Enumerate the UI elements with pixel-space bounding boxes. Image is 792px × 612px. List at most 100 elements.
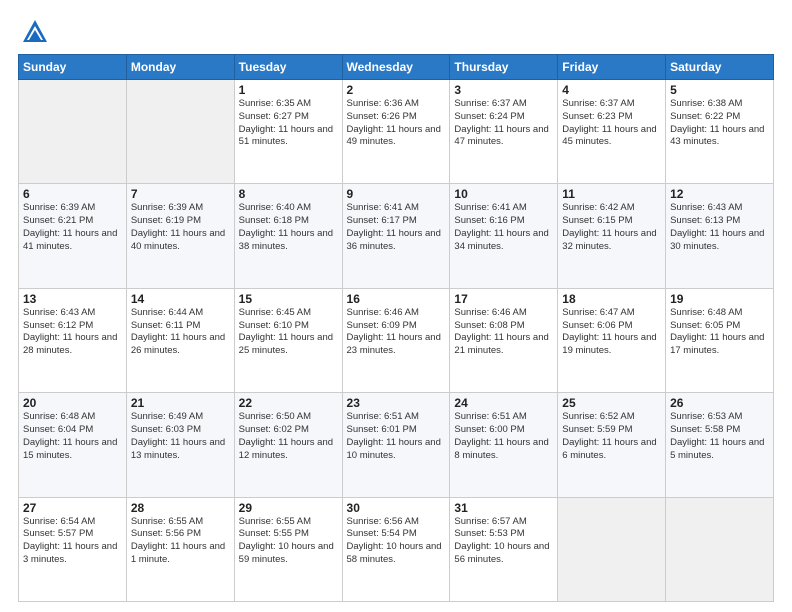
day-number: 6 — [23, 187, 122, 201]
calendar-week-0: 1Sunrise: 6:35 AM Sunset: 6:27 PM Daylig… — [19, 80, 774, 184]
day-info: Sunrise: 6:55 AM Sunset: 5:55 PM Dayligh… — [239, 516, 338, 567]
day-number: 12 — [670, 187, 769, 201]
logo — [18, 18, 49, 46]
calendar-cell: 20Sunrise: 6:48 AM Sunset: 6:04 PM Dayli… — [19, 393, 127, 497]
day-number: 18 — [562, 292, 661, 306]
day-info: Sunrise: 6:54 AM Sunset: 5:57 PM Dayligh… — [23, 516, 122, 567]
day-number: 30 — [347, 501, 446, 515]
day-info: Sunrise: 6:52 AM Sunset: 5:59 PM Dayligh… — [562, 411, 661, 462]
calendar-cell: 1Sunrise: 6:35 AM Sunset: 6:27 PM Daylig… — [234, 80, 342, 184]
calendar-cell: 26Sunrise: 6:53 AM Sunset: 5:58 PM Dayli… — [666, 393, 774, 497]
calendar-cell: 9Sunrise: 6:41 AM Sunset: 6:17 PM Daylig… — [342, 184, 450, 288]
calendar-header-wednesday: Wednesday — [342, 55, 450, 80]
calendar-cell: 6Sunrise: 6:39 AM Sunset: 6:21 PM Daylig… — [19, 184, 127, 288]
calendar-week-4: 27Sunrise: 6:54 AM Sunset: 5:57 PM Dayli… — [19, 497, 774, 601]
day-info: Sunrise: 6:41 AM Sunset: 6:16 PM Dayligh… — [454, 202, 553, 253]
day-number: 28 — [131, 501, 230, 515]
calendar-header-friday: Friday — [558, 55, 666, 80]
calendar-cell: 23Sunrise: 6:51 AM Sunset: 6:01 PM Dayli… — [342, 393, 450, 497]
day-number: 4 — [562, 83, 661, 97]
day-number: 26 — [670, 396, 769, 410]
calendar-cell: 19Sunrise: 6:48 AM Sunset: 6:05 PM Dayli… — [666, 288, 774, 392]
calendar-cell: 2Sunrise: 6:36 AM Sunset: 6:26 PM Daylig… — [342, 80, 450, 184]
calendar-cell: 22Sunrise: 6:50 AM Sunset: 6:02 PM Dayli… — [234, 393, 342, 497]
day-info: Sunrise: 6:46 AM Sunset: 6:09 PM Dayligh… — [347, 307, 446, 358]
calendar-cell — [666, 497, 774, 601]
calendar-cell: 29Sunrise: 6:55 AM Sunset: 5:55 PM Dayli… — [234, 497, 342, 601]
day-number: 13 — [23, 292, 122, 306]
day-number: 21 — [131, 396, 230, 410]
calendar-cell: 8Sunrise: 6:40 AM Sunset: 6:18 PM Daylig… — [234, 184, 342, 288]
calendar-cell: 17Sunrise: 6:46 AM Sunset: 6:08 PM Dayli… — [450, 288, 558, 392]
day-info: Sunrise: 6:43 AM Sunset: 6:12 PM Dayligh… — [23, 307, 122, 358]
calendar-week-2: 13Sunrise: 6:43 AM Sunset: 6:12 PM Dayli… — [19, 288, 774, 392]
day-info: Sunrise: 6:41 AM Sunset: 6:17 PM Dayligh… — [347, 202, 446, 253]
page: SundayMondayTuesdayWednesdayThursdayFrid… — [0, 0, 792, 612]
day-number: 19 — [670, 292, 769, 306]
calendar-cell: 7Sunrise: 6:39 AM Sunset: 6:19 PM Daylig… — [126, 184, 234, 288]
logo-icon — [21, 18, 49, 46]
day-info: Sunrise: 6:38 AM Sunset: 6:22 PM Dayligh… — [670, 98, 769, 149]
calendar-cell — [558, 497, 666, 601]
day-info: Sunrise: 6:39 AM Sunset: 6:21 PM Dayligh… — [23, 202, 122, 253]
day-info: Sunrise: 6:51 AM Sunset: 6:01 PM Dayligh… — [347, 411, 446, 462]
day-number: 16 — [347, 292, 446, 306]
day-number: 31 — [454, 501, 553, 515]
calendar-header-tuesday: Tuesday — [234, 55, 342, 80]
calendar-header-saturday: Saturday — [666, 55, 774, 80]
day-info: Sunrise: 6:55 AM Sunset: 5:56 PM Dayligh… — [131, 516, 230, 567]
day-number: 24 — [454, 396, 553, 410]
day-number: 29 — [239, 501, 338, 515]
day-number: 25 — [562, 396, 661, 410]
day-info: Sunrise: 6:57 AM Sunset: 5:53 PM Dayligh… — [454, 516, 553, 567]
calendar-cell: 10Sunrise: 6:41 AM Sunset: 6:16 PM Dayli… — [450, 184, 558, 288]
calendar-cell: 18Sunrise: 6:47 AM Sunset: 6:06 PM Dayli… — [558, 288, 666, 392]
calendar-cell: 27Sunrise: 6:54 AM Sunset: 5:57 PM Dayli… — [19, 497, 127, 601]
day-number: 27 — [23, 501, 122, 515]
calendar-cell: 16Sunrise: 6:46 AM Sunset: 6:09 PM Dayli… — [342, 288, 450, 392]
calendar-cell: 12Sunrise: 6:43 AM Sunset: 6:13 PM Dayli… — [666, 184, 774, 288]
day-info: Sunrise: 6:35 AM Sunset: 6:27 PM Dayligh… — [239, 98, 338, 149]
day-number: 8 — [239, 187, 338, 201]
calendar-cell: 25Sunrise: 6:52 AM Sunset: 5:59 PM Dayli… — [558, 393, 666, 497]
day-info: Sunrise: 6:50 AM Sunset: 6:02 PM Dayligh… — [239, 411, 338, 462]
calendar-cell: 13Sunrise: 6:43 AM Sunset: 6:12 PM Dayli… — [19, 288, 127, 392]
day-info: Sunrise: 6:39 AM Sunset: 6:19 PM Dayligh… — [131, 202, 230, 253]
day-info: Sunrise: 6:37 AM Sunset: 6:24 PM Dayligh… — [454, 98, 553, 149]
day-number: 23 — [347, 396, 446, 410]
calendar-cell: 21Sunrise: 6:49 AM Sunset: 6:03 PM Dayli… — [126, 393, 234, 497]
day-number: 22 — [239, 396, 338, 410]
day-info: Sunrise: 6:56 AM Sunset: 5:54 PM Dayligh… — [347, 516, 446, 567]
calendar-cell: 30Sunrise: 6:56 AM Sunset: 5:54 PM Dayli… — [342, 497, 450, 601]
calendar-cell — [126, 80, 234, 184]
calendar-cell: 31Sunrise: 6:57 AM Sunset: 5:53 PM Dayli… — [450, 497, 558, 601]
calendar-header-monday: Monday — [126, 55, 234, 80]
day-number: 15 — [239, 292, 338, 306]
calendar-cell: 14Sunrise: 6:44 AM Sunset: 6:11 PM Dayli… — [126, 288, 234, 392]
day-number: 2 — [347, 83, 446, 97]
day-info: Sunrise: 6:48 AM Sunset: 6:05 PM Dayligh… — [670, 307, 769, 358]
header — [18, 18, 774, 46]
day-number: 3 — [454, 83, 553, 97]
calendar-header-thursday: Thursday — [450, 55, 558, 80]
day-number: 10 — [454, 187, 553, 201]
calendar-cell: 11Sunrise: 6:42 AM Sunset: 6:15 PM Dayli… — [558, 184, 666, 288]
calendar-cell: 4Sunrise: 6:37 AM Sunset: 6:23 PM Daylig… — [558, 80, 666, 184]
day-info: Sunrise: 6:53 AM Sunset: 5:58 PM Dayligh… — [670, 411, 769, 462]
day-info: Sunrise: 6:47 AM Sunset: 6:06 PM Dayligh… — [562, 307, 661, 358]
day-info: Sunrise: 6:48 AM Sunset: 6:04 PM Dayligh… — [23, 411, 122, 462]
calendar-week-1: 6Sunrise: 6:39 AM Sunset: 6:21 PM Daylig… — [19, 184, 774, 288]
day-info: Sunrise: 6:37 AM Sunset: 6:23 PM Dayligh… — [562, 98, 661, 149]
day-info: Sunrise: 6:42 AM Sunset: 6:15 PM Dayligh… — [562, 202, 661, 253]
day-number: 9 — [347, 187, 446, 201]
day-number: 1 — [239, 83, 338, 97]
day-info: Sunrise: 6:44 AM Sunset: 6:11 PM Dayligh… — [131, 307, 230, 358]
calendar-cell: 5Sunrise: 6:38 AM Sunset: 6:22 PM Daylig… — [666, 80, 774, 184]
calendar-cell: 28Sunrise: 6:55 AM Sunset: 5:56 PM Dayli… — [126, 497, 234, 601]
day-info: Sunrise: 6:43 AM Sunset: 6:13 PM Dayligh… — [670, 202, 769, 253]
calendar-week-3: 20Sunrise: 6:48 AM Sunset: 6:04 PM Dayli… — [19, 393, 774, 497]
calendar-cell: 15Sunrise: 6:45 AM Sunset: 6:10 PM Dayli… — [234, 288, 342, 392]
day-info: Sunrise: 6:40 AM Sunset: 6:18 PM Dayligh… — [239, 202, 338, 253]
day-info: Sunrise: 6:49 AM Sunset: 6:03 PM Dayligh… — [131, 411, 230, 462]
calendar: SundayMondayTuesdayWednesdayThursdayFrid… — [18, 54, 774, 602]
